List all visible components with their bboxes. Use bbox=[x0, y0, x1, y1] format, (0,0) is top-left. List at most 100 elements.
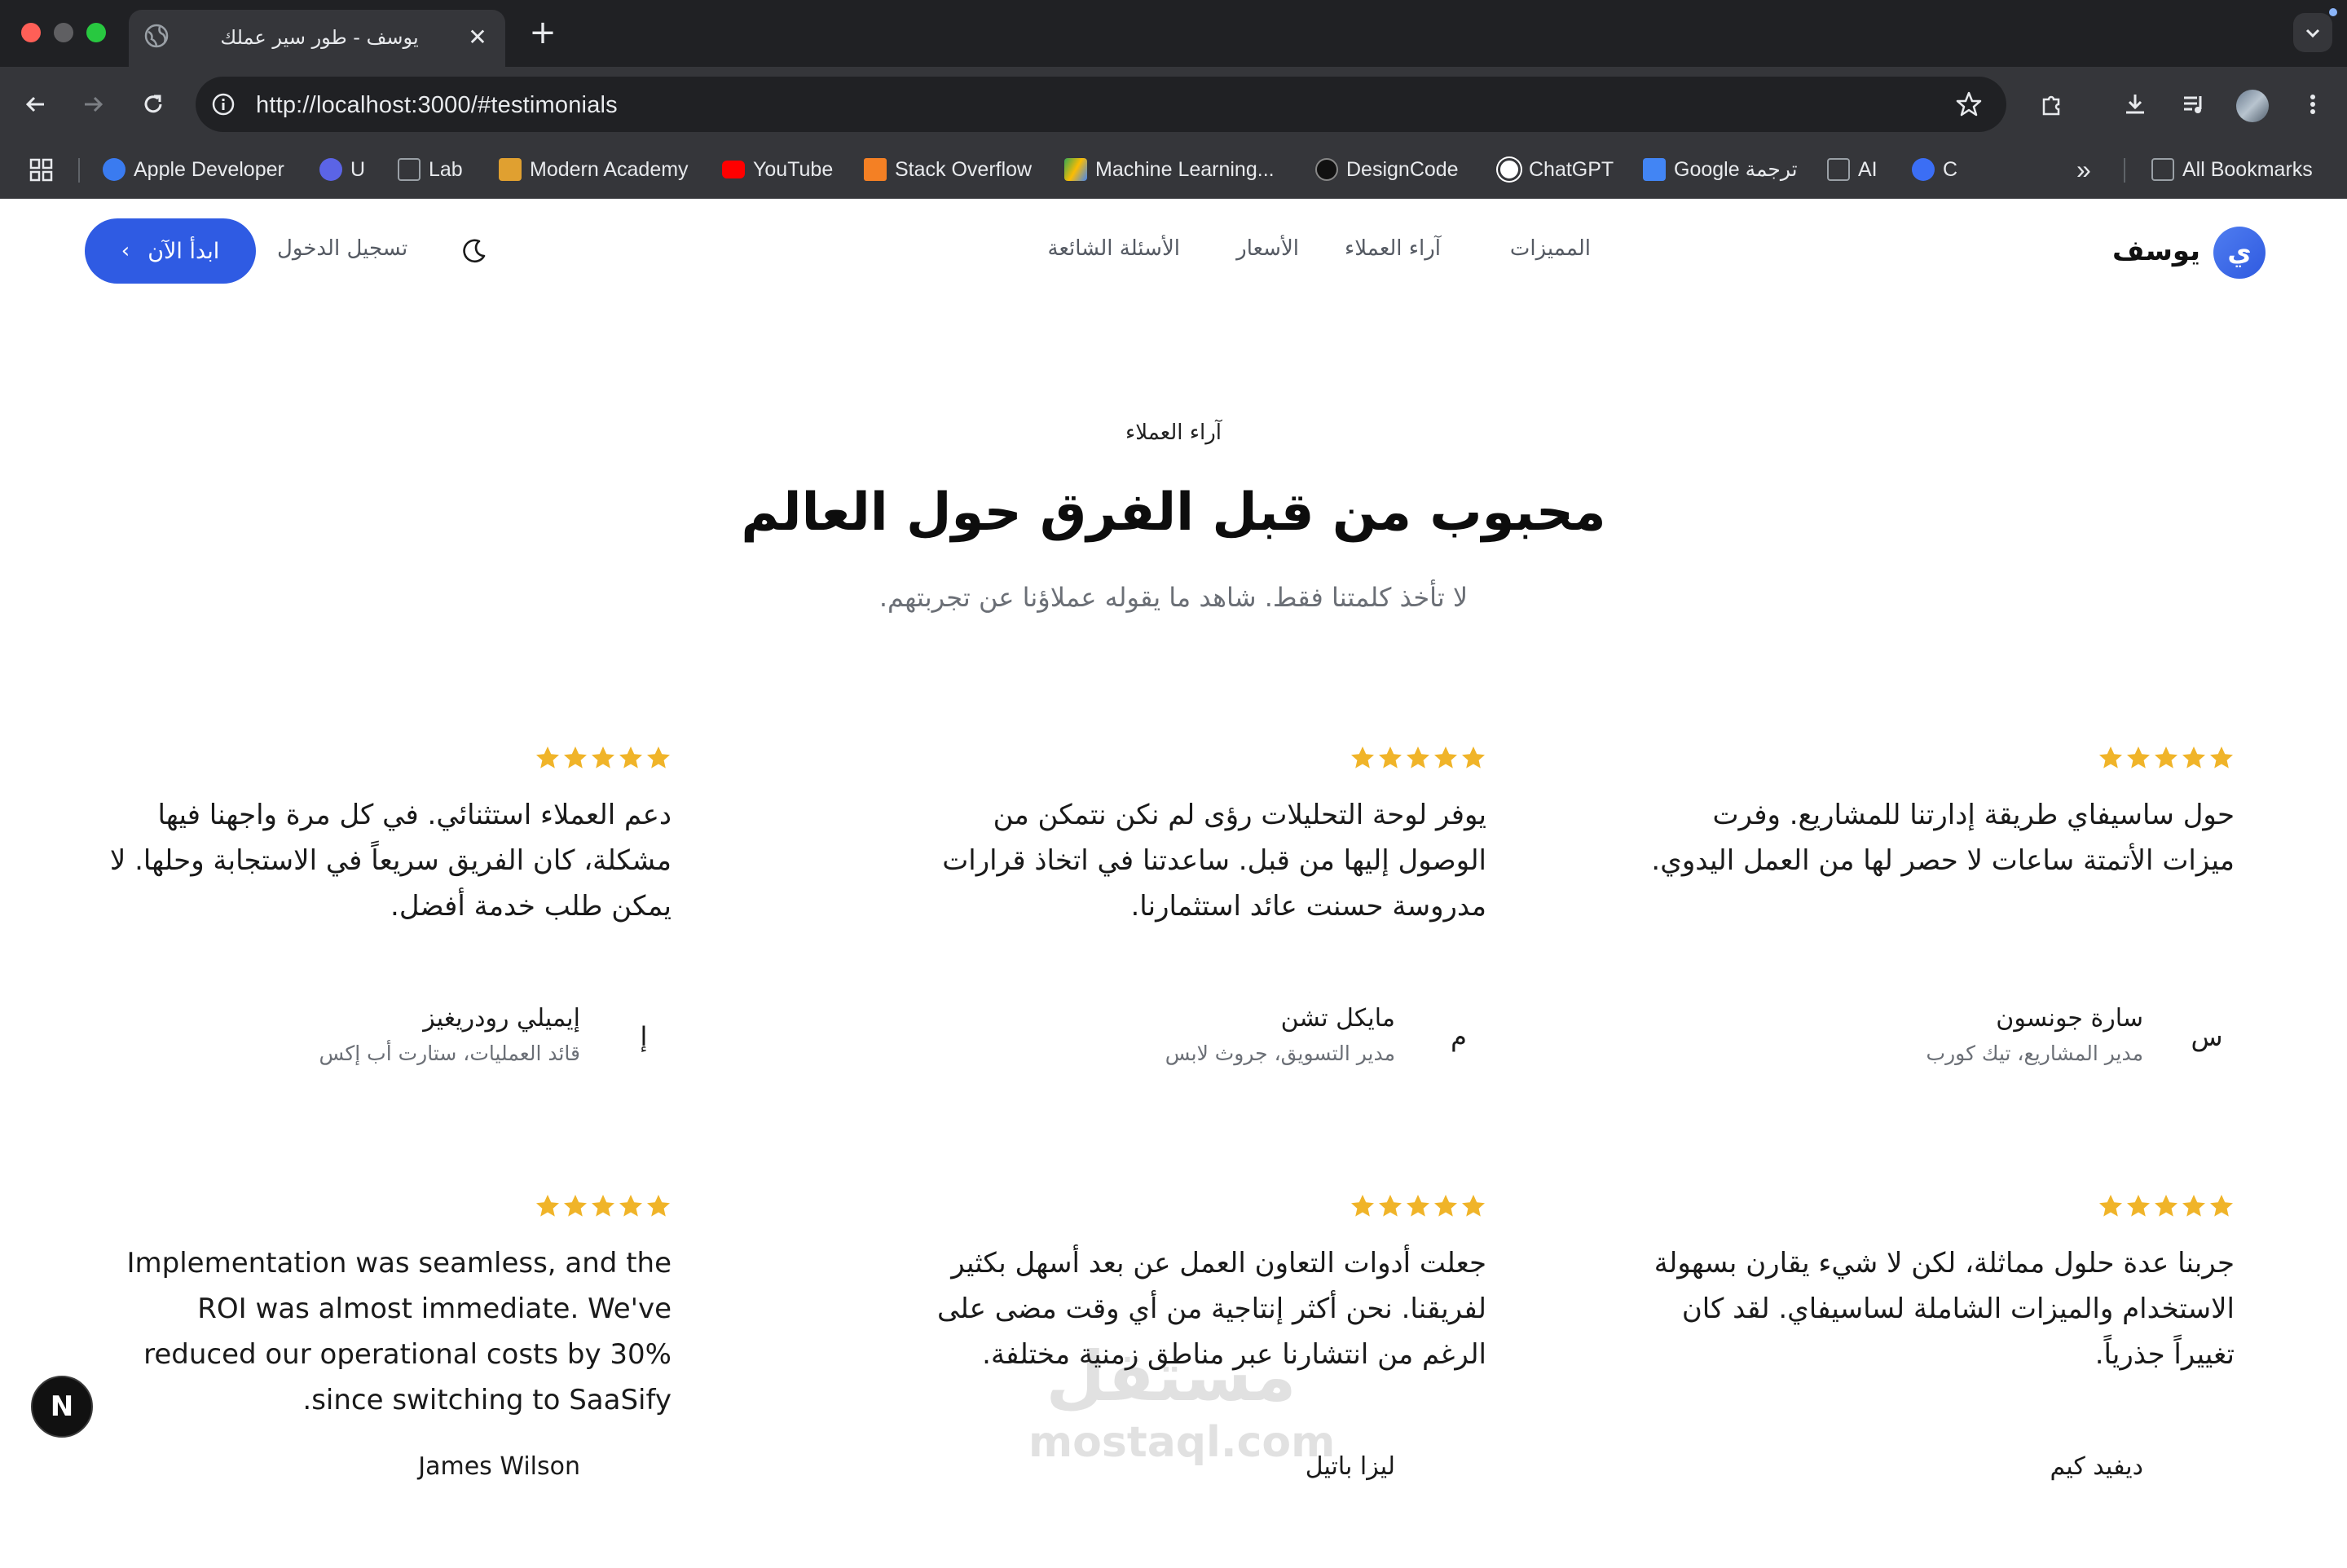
media-controls-button[interactable] bbox=[2174, 85, 2213, 124]
chatgpt-icon bbox=[1498, 158, 1521, 181]
active-tab[interactable]: يوسف - طور سير عملك ✕ bbox=[129, 10, 505, 67]
bookmarks-separator bbox=[2124, 158, 2125, 183]
bookmark-google-translate[interactable]: Google ترجمة bbox=[1643, 153, 1798, 186]
bookmarks-overflow-button[interactable]: » bbox=[2076, 153, 2091, 186]
bookmark-label: Lab bbox=[429, 157, 463, 181]
star-rating bbox=[1350, 1193, 1486, 1219]
bookmark-label: Machine Learning... bbox=[1095, 157, 1275, 181]
browser-tab-strip: يوسف - طور سير عملك ✕ + bbox=[0, 0, 2347, 67]
bookmark-youtube[interactable]: YouTube bbox=[722, 153, 833, 186]
author-name: مايكل تشن bbox=[1280, 1004, 1395, 1033]
testimonial-quote: حول ساسيفاي طريقة إدارتنا للمشاريع. وفرت… bbox=[1651, 799, 2235, 877]
author-name: سارة جونسون bbox=[1996, 1004, 2143, 1033]
star-icon bbox=[564, 747, 587, 769]
kebab-menu-icon bbox=[2310, 95, 2315, 114]
login-link[interactable]: تسجيل الدخول bbox=[277, 236, 407, 261]
profile-avatar[interactable] bbox=[2236, 90, 2269, 122]
bookmark-u[interactable]: U bbox=[319, 153, 365, 186]
star-icon bbox=[592, 1195, 614, 1217]
google-translate-icon bbox=[1643, 158, 1666, 181]
testimonial-author: م مايكل تشن مدير التسويق، جروث لابس bbox=[900, 1004, 1486, 1069]
apps-grid-icon[interactable] bbox=[29, 158, 54, 183]
bookmark-c[interactable]: C bbox=[1912, 153, 1957, 186]
star-icon bbox=[2099, 1195, 2122, 1217]
nextjs-dev-badge[interactable]: N bbox=[31, 1376, 93, 1438]
star-icon bbox=[2155, 747, 2177, 769]
moon-icon[interactable] bbox=[458, 235, 491, 267]
testimonial-quote: Implementation was seamless, and the ROI… bbox=[126, 1247, 672, 1416]
nav-link-faq[interactable]: الأسئلة الشائعة bbox=[1048, 236, 1180, 261]
star-icon bbox=[619, 747, 642, 769]
browser-toolbar: http://localhost:3000/#testimonials bbox=[0, 67, 2347, 142]
author-avatar: س bbox=[2191, 1021, 2223, 1052]
watermark-latin: mostaql.com bbox=[1028, 1418, 1336, 1467]
bookmark-label: Apple Developer bbox=[134, 157, 284, 181]
folder-icon bbox=[2151, 158, 2174, 181]
star-icon bbox=[619, 1195, 642, 1217]
star-icon bbox=[564, 1195, 587, 1217]
bookmarks-bar: Apple Developer U Lab Modern Academy You… bbox=[0, 142, 2347, 199]
site-info-icon[interactable] bbox=[207, 88, 240, 121]
get-started-button[interactable]: ابدأ الآن › bbox=[85, 218, 256, 284]
section-subtitle: لا تأخذ كلمتنا فقط. شاهد ما يقوله عملاؤن… bbox=[878, 582, 1469, 613]
bookmark-chatgpt[interactable]: ChatGPT bbox=[1498, 153, 1614, 186]
testimonial-card: حول ساسيفاي طريقة إدارتنا للمشاريع. وفرت… bbox=[1648, 745, 2235, 1120]
get-started-label: ابدأ الآن bbox=[148, 238, 220, 264]
forward-button[interactable] bbox=[73, 85, 112, 124]
browser-menu-button[interactable] bbox=[2293, 85, 2332, 124]
section-title: محبوب من قبل الفرق حول العالم bbox=[741, 482, 1606, 543]
tab-close-icon[interactable]: ✕ bbox=[465, 24, 491, 51]
star-icon bbox=[1434, 1195, 1457, 1217]
new-tab-button[interactable]: + bbox=[525, 15, 561, 51]
web-page: ي يوسف المميزات آراء العملاء الأسعار الأ… bbox=[0, 199, 2347, 1481]
testimonial-card: يوفر لوحة التحليلات رؤى لم نكن نتمكن من … bbox=[900, 745, 1486, 1120]
star-icon bbox=[647, 1195, 670, 1217]
bookmark-apple-developer[interactable]: Apple Developer bbox=[103, 153, 284, 186]
arrow-right-icon bbox=[85, 96, 103, 112]
bookmark-label: U bbox=[350, 157, 366, 181]
stack-overflow-icon bbox=[864, 158, 887, 181]
reload-button[interactable] bbox=[134, 85, 173, 124]
testimonial-card: جربنا عدة حلول مماثلة، لكن لا شيء يقارن … bbox=[1648, 1193, 2235, 1568]
url-text[interactable]: http://localhost:3000/#testimonials bbox=[256, 92, 618, 119]
nav-link-pricing[interactable]: الأسعار bbox=[1236, 236, 1299, 261]
extensions-button[interactable] bbox=[2032, 85, 2072, 124]
google-drive-icon bbox=[1064, 158, 1087, 181]
star-rating bbox=[1350, 745, 1486, 771]
address-bar[interactable]: http://localhost:3000/#testimonials bbox=[196, 77, 2006, 132]
brand-logo[interactable]: ي يوسف bbox=[2112, 223, 2266, 280]
tab-search-button[interactable] bbox=[2293, 13, 2332, 52]
maximize-window-button[interactable] bbox=[86, 23, 106, 42]
back-button[interactable] bbox=[16, 85, 55, 124]
nav-link-features[interactable]: المميزات bbox=[1510, 236, 1591, 261]
globe-icon bbox=[144, 24, 169, 48]
watermark-arabic: مستقل bbox=[1046, 1337, 1297, 1416]
testimonial-author: ديفيد كيم bbox=[1648, 1452, 2235, 1517]
testimonial-quote: جربنا عدة حلول مماثلة، لكن لا شيء يقارن … bbox=[1653, 1247, 2235, 1371]
all-bookmarks-button[interactable]: All Bookmarks bbox=[2151, 153, 2313, 186]
testimonial-quote: دعم العملاء استثنائي. في كل مرة واجهنا ف… bbox=[109, 799, 672, 923]
author-role: مدير المشاريع، تيك كورب bbox=[1926, 1042, 2143, 1065]
bookmark-stack-overflow[interactable]: Stack Overflow bbox=[864, 153, 1032, 186]
bookmark-modern-academy[interactable]: Modern Academy bbox=[499, 153, 689, 186]
designcode-icon bbox=[1315, 158, 1338, 181]
star-icon bbox=[2182, 747, 2205, 769]
modern-academy-icon bbox=[499, 158, 522, 181]
bookmark-lab[interactable]: Lab bbox=[398, 153, 463, 186]
notification-dot bbox=[2329, 8, 2337, 16]
bookmark-designcode[interactable]: DesignCode bbox=[1315, 153, 1459, 186]
bookmark-machine-learning[interactable]: Machine Learning... bbox=[1064, 153, 1275, 186]
minimize-window-button[interactable] bbox=[54, 23, 73, 42]
chevron-down-icon bbox=[2305, 29, 2320, 38]
bookmark-label: YouTube bbox=[753, 157, 834, 181]
downloads-button[interactable] bbox=[2116, 85, 2155, 124]
brand-name: يوسف bbox=[2111, 235, 2200, 267]
bookmark-ai[interactable]: AI bbox=[1827, 153, 1878, 186]
star-rating bbox=[2098, 1193, 2235, 1219]
star-rating bbox=[535, 1193, 672, 1219]
bookmark-label: Google ترجمة bbox=[1674, 158, 1798, 181]
reload-icon bbox=[144, 95, 162, 113]
close-window-button[interactable] bbox=[21, 23, 41, 42]
bookmark-star-icon[interactable] bbox=[1954, 90, 1984, 119]
nav-link-testimonials[interactable]: آراء العملاء bbox=[1345, 236, 1441, 261]
